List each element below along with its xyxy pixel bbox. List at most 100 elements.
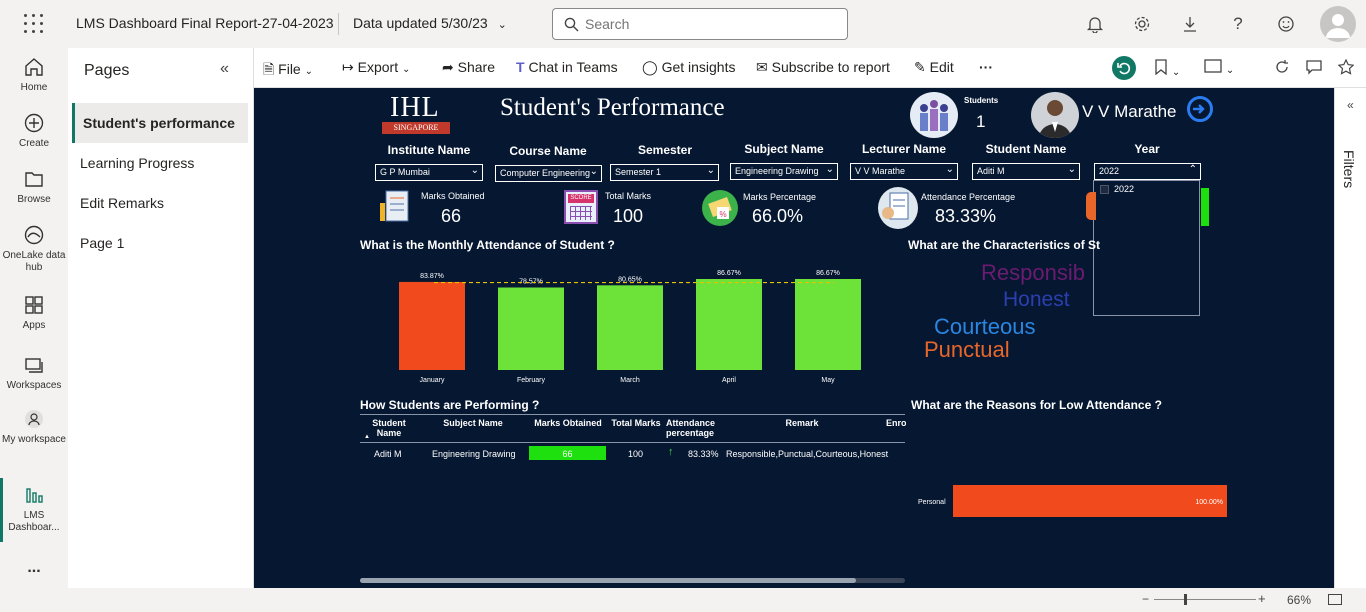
zoom-level[interactable]: 66% xyxy=(1287,593,1311,607)
nav-home[interactable]: Home xyxy=(0,56,68,94)
nav-create[interactable]: Create xyxy=(0,112,68,150)
column-header[interactable]: Remark xyxy=(764,418,840,428)
chat-in-teams-button[interactable]: T Chat in Teams xyxy=(516,59,618,75)
data-updated-dropdown[interactable]: Data updated 5/30/23 ⌄ xyxy=(353,15,507,31)
subscribe-button[interactable]: ✉ Subscribe to report xyxy=(756,59,890,76)
bar-january[interactable] xyxy=(399,281,465,370)
page-tab-page-1[interactable]: Page 1 xyxy=(72,223,248,263)
chevron-down-icon: ⌄ xyxy=(589,166,598,177)
zoom-slider-thumb[interactable] xyxy=(1184,594,1187,605)
slicer-label-student: Student Name xyxy=(985,142,1067,156)
search-box[interactable] xyxy=(552,8,848,40)
file-label: File xyxy=(278,61,301,77)
nav-apps[interactable]: Apps xyxy=(0,294,68,332)
nav-label: My workspace xyxy=(2,434,66,445)
nav-lms-dashboard[interactable]: LMS Dashboar... xyxy=(0,484,68,534)
notifications-icon[interactable] xyxy=(1083,12,1107,36)
page-tab-learning-progress[interactable]: Learning Progress xyxy=(72,143,248,183)
reset-icon[interactable] xyxy=(1112,56,1136,80)
more-icon[interactable]: ... xyxy=(0,560,68,576)
column-header[interactable]: Attendance percentage xyxy=(666,418,726,438)
score-label: SCORE xyxy=(568,194,594,203)
slicer-student[interactable]: Aditi M ⌄ xyxy=(972,163,1080,180)
comment-icon[interactable] xyxy=(1306,59,1322,78)
year-option-label[interactable]: 2022 xyxy=(1114,184,1134,194)
lecturer-name: V V Marathe xyxy=(1082,102,1177,121)
bar-april[interactable] xyxy=(696,278,762,370)
report-title[interactable]: LMS Dashboard Final Report-27-04-2023 xyxy=(76,15,334,31)
app-launcher-icon[interactable] xyxy=(24,14,44,34)
data-label: 83.87% xyxy=(420,273,444,280)
data-label: 100.00% xyxy=(1195,499,1223,506)
nav-onelake[interactable]: OneLake data hub xyxy=(0,224,68,274)
settings-gear-icon[interactable] xyxy=(1130,12,1154,36)
column-header[interactable]: Enro xyxy=(886,418,906,428)
column-header[interactable]: Student Name xyxy=(364,418,414,438)
sort-ascending-icon[interactable]: ▲ xyxy=(364,434,370,440)
filters-label[interactable]: Filters xyxy=(1341,150,1357,188)
bar-may[interactable] xyxy=(795,278,861,370)
filters-pane[interactable]: « Filters xyxy=(1334,88,1366,588)
horizontal-scrollbar[interactable] xyxy=(360,578,905,583)
column-header[interactable]: Subject Name xyxy=(430,418,516,428)
insights-label: Get insights xyxy=(661,59,736,75)
export-menu[interactable]: ↦ Export ⌄ xyxy=(342,59,410,76)
scrollbar-thumb[interactable] xyxy=(360,578,856,583)
slicer-year[interactable]: 2022 ⌃ xyxy=(1094,163,1201,180)
refresh-icon[interactable] xyxy=(1274,59,1290,78)
slicer-semester[interactable]: Semester 1 ⌄ xyxy=(610,164,719,181)
bar-february[interactable] xyxy=(498,287,564,370)
nav-workspaces[interactable]: Workspaces xyxy=(0,354,68,392)
category-label: February xyxy=(517,377,546,384)
page-tab-edit-remarks[interactable]: Edit Remarks xyxy=(72,183,248,223)
zoom-out-icon[interactable]: − xyxy=(1142,592,1149,606)
data-label: 86.67% xyxy=(717,270,741,277)
fit-to-page-icon[interactable] xyxy=(1328,594,1342,605)
subscribe-label: Subscribe to report xyxy=(771,59,890,75)
share-button[interactable]: ➦ Share xyxy=(442,59,495,76)
slicer-course[interactable]: Computer Engineering ⌄ xyxy=(495,165,602,182)
zoom-slider[interactable] xyxy=(1154,599,1256,600)
person-icon xyxy=(25,410,43,428)
left-navigation: Home Create Browse OneLake data hub Apps… xyxy=(0,48,68,612)
reasons-bar-chart: Personal 100.00% xyxy=(904,478,1234,518)
sign-in-arrow-icon[interactable] xyxy=(1187,96,1213,122)
more-options-icon[interactable]: ··· xyxy=(979,59,993,75)
search-input[interactable] xyxy=(585,16,835,32)
slicer-subject[interactable]: Engineering Drawing ⌄ xyxy=(730,163,838,180)
year-dropdown-list: 2022 xyxy=(1093,180,1200,316)
zoom-in-icon[interactable]: + xyxy=(1258,591,1266,606)
attendance-bar-chart: 83.87% January 78.57% February 80.65% March 86… xyxy=(374,258,894,388)
expand-chevron-icon[interactable]: « xyxy=(1347,98,1354,112)
file-menu[interactable]: 🗎 File ⌄ xyxy=(263,59,313,83)
year-option-checkbox[interactable] xyxy=(1100,185,1109,194)
page-tab-students-performance[interactable]: Student's performance xyxy=(72,103,248,143)
apps-icon xyxy=(25,296,43,314)
column-header[interactable]: Marks Obtained xyxy=(530,418,606,428)
reasons-chart-title: What are the Reasons for Low Attendance … xyxy=(911,398,1162,412)
slicer-label-institute: Institute Name xyxy=(387,143,471,157)
table-row[interactable]: Aditi M Engineering Drawing 66 100 ↑ 83.… xyxy=(360,444,905,462)
bar-march[interactable] xyxy=(597,285,663,370)
download-icon[interactable] xyxy=(1178,12,1202,36)
edit-button[interactable]: ✎ Edit xyxy=(914,59,954,76)
view-icon[interactable]: ⌄ xyxy=(1204,59,1234,76)
column-header[interactable]: Total Marks xyxy=(608,418,664,428)
nav-browse[interactable]: Browse xyxy=(0,168,68,206)
favorite-star-icon[interactable] xyxy=(1337,58,1355,78)
get-insights-button[interactable]: ◯ Get insights xyxy=(642,59,736,76)
file-icon: 🗎 xyxy=(263,61,275,77)
attendance-chart-title: What is the Monthly Attendance of Studen… xyxy=(360,238,615,252)
help-icon[interactable]: ? xyxy=(1226,12,1250,36)
slicer-institute[interactable]: G P Mumbai ⌄ xyxy=(375,164,483,181)
slicer-lecturer[interactable]: V V Marathe ⌄ xyxy=(850,163,958,180)
user-avatar[interactable] xyxy=(1320,6,1356,42)
search-icon xyxy=(564,17,579,32)
chevron-down-icon: ⌄ xyxy=(825,164,834,175)
category-label: January xyxy=(420,377,445,384)
collapse-chevron-icon[interactable]: « xyxy=(220,60,229,78)
feedback-smiley-icon[interactable] xyxy=(1274,12,1298,36)
nav-my-workspace[interactable]: My workspace xyxy=(0,408,68,446)
bar-personal[interactable] xyxy=(953,485,1227,517)
bookmark-icon[interactable]: ⌄ xyxy=(1154,59,1180,78)
